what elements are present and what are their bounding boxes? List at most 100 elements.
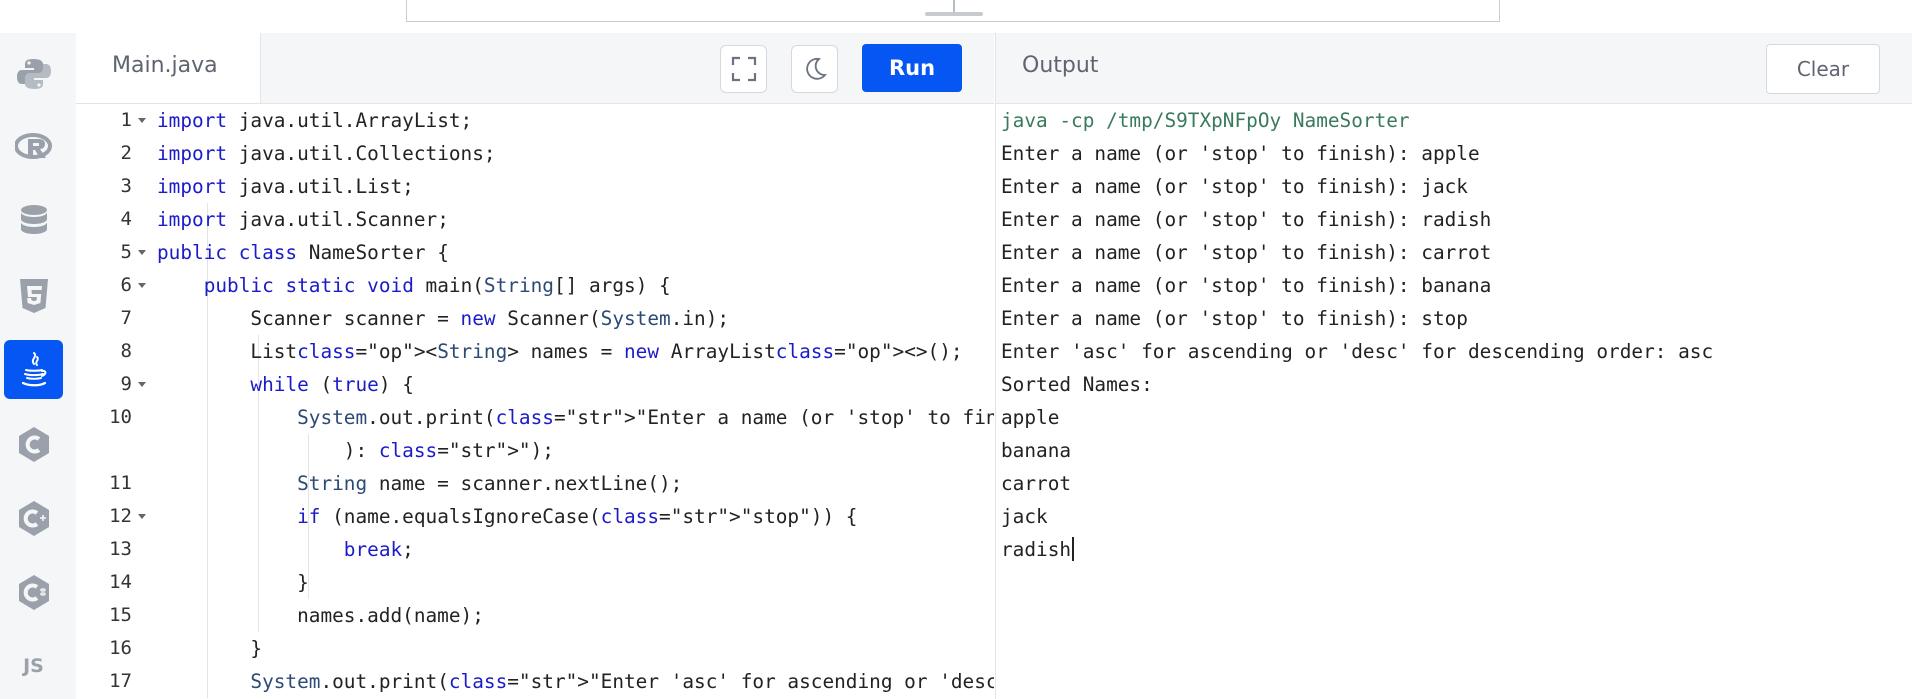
line-number: 6	[120, 274, 132, 296]
output-console[interactable]: java -cp /tmp/S9TXpNFpOy NameSorter Ente…	[995, 104, 1912, 699]
output-line: Enter a name (or 'stop' to finish): carr…	[1001, 241, 1492, 264]
top-banner	[0, 0, 1912, 34]
code-text: import java.util.Scanner;	[157, 208, 449, 231]
code-text: String name = scanner.nextLine();	[297, 472, 683, 495]
code-text: System.out.print(class="str">"Enter 'asc…	[250, 670, 994, 693]
code-line: 7 Scanner scanner = new Scanner(System.i…	[76, 302, 976, 335]
code-line: 1 import java.util.ArrayList;	[76, 104, 976, 137]
fold-arrow-icon[interactable]	[138, 250, 146, 255]
code-line: 14 }	[76, 566, 976, 599]
code-line: 8 Listclass="op"><String> names = new Ar…	[76, 335, 976, 368]
line-number: 3	[120, 175, 132, 197]
code-text: }	[157, 637, 263, 660]
line-number: 10	[109, 406, 132, 428]
text-caret	[1072, 537, 1075, 561]
fold-arrow-icon[interactable]	[138, 382, 146, 387]
code-text: import java.util.List;	[157, 175, 414, 198]
output-command: java -cp /tmp/S9TXpNFpOy NameSorter	[1001, 109, 1410, 132]
c-icon[interactable]	[4, 414, 63, 473]
line-number: 12	[109, 505, 132, 527]
file-tab-label: Main.java	[112, 53, 218, 78]
output-line: jack	[1001, 505, 1048, 528]
java-icon[interactable]	[4, 340, 63, 399]
output-header: Output Clear	[995, 33, 1912, 104]
code-text: names.add(name);	[157, 604, 484, 627]
js-icon[interactable]: JS	[4, 636, 63, 695]
output-line: Enter a name (or 'stop' to finish): bana…	[1001, 274, 1492, 297]
code-text: if (name.equalsIgnoreCase(class="str">"s…	[297, 505, 858, 528]
code-text: break;	[343, 538, 414, 561]
file-tab[interactable]: Main.java	[76, 33, 261, 103]
line-number: 9	[120, 373, 132, 395]
code-text: ): class="str">");	[157, 439, 554, 462]
language-sidebar: JS	[0, 33, 77, 699]
code-line: 10 System.out.print(class="str">"Enter a…	[76, 401, 994, 434]
line-number: 16	[109, 637, 132, 659]
fold-arrow-icon[interactable]	[138, 283, 146, 288]
code-line: 12 if (name.equalsIgnoreCase(class="str"…	[76, 500, 976, 533]
line-number: 13	[109, 538, 132, 560]
code-text: Scanner scanner = new Scanner(System.in)…	[157, 307, 730, 330]
code-line: 2 import java.util.Collections;	[76, 137, 976, 170]
line-number: 8	[120, 340, 132, 362]
code-text: while (true) {	[250, 373, 414, 396]
clear-button[interactable]: Clear	[1766, 44, 1880, 94]
output-title: Output	[1022, 53, 1099, 78]
line-number: 2	[120, 142, 132, 164]
output-line: Enter a name (or 'stop' to finish): stop	[1001, 307, 1468, 330]
code-line: 13 break;	[76, 533, 976, 566]
database-icon[interactable]	[4, 192, 63, 251]
code-line: 11 String name = scanner.nextLine();	[76, 467, 976, 500]
code-line: 4 import java.util.Scanner;	[76, 203, 976, 236]
csharp-icon[interactable]	[4, 562, 63, 621]
output-line-last: radish	[1001, 533, 1075, 566]
code-line: 3 import java.util.List;	[76, 170, 976, 203]
output-line: Enter a name (or 'stop' to finish): appl…	[1001, 142, 1480, 165]
line-number: 1	[120, 109, 132, 131]
python-icon[interactable]	[4, 44, 63, 103]
moon-icon	[805, 57, 827, 80]
output-line: Sorted Names:	[1001, 373, 1153, 396]
code-line: 16 }	[76, 632, 976, 665]
theme-toggle-button[interactable]	[791, 45, 838, 93]
output-line: Enter a name (or 'stop' to finish): radi…	[1001, 208, 1492, 231]
code-text: public class NameSorter {	[157, 241, 449, 264]
run-button[interactable]: Run	[862, 44, 962, 92]
code-line: 9 while (true) {	[76, 368, 976, 401]
fold-arrow-icon[interactable]	[138, 514, 146, 519]
line-number: 4	[120, 208, 132, 230]
line-number: 5	[120, 241, 132, 263]
line-number: 14	[109, 571, 132, 593]
cpp-icon[interactable]	[4, 488, 63, 547]
line-number: 15	[109, 604, 132, 626]
html5-icon[interactable]	[4, 266, 63, 325]
code-line-wrapped: ): class="str">");	[76, 434, 976, 467]
js-label: JS	[23, 654, 44, 677]
output-line: carrot	[1001, 472, 1072, 495]
code-line: 17 System.out.print(class="str">"Enter '…	[76, 665, 994, 698]
banner-base	[925, 12, 983, 16]
code-editor[interactable]: 1 import java.util.ArrayList; 2 import j…	[76, 104, 994, 699]
code-text: }	[157, 571, 309, 594]
code-line: 5 public class NameSorter {	[76, 236, 976, 269]
code-text: import java.util.Collections;	[157, 142, 496, 165]
output-line: Enter a name (or 'stop' to finish): jack	[1001, 175, 1468, 198]
code-text: public static void main(String[] args) {	[203, 274, 671, 297]
editor-header: Main.java Run	[76, 33, 994, 104]
code-text: import java.util.ArrayList;	[157, 109, 473, 132]
code-line: 6 public static void main(String[] args)…	[76, 269, 976, 302]
fullscreen-button[interactable]	[720, 45, 767, 93]
fold-arrow-icon[interactable]	[138, 118, 146, 123]
output-line: banana	[1001, 439, 1072, 462]
line-number: 7	[120, 307, 132, 329]
banner-frame	[406, 0, 1500, 22]
output-line: Enter 'asc' for ascending or 'desc' for …	[1001, 340, 1714, 363]
output-line: apple	[1001, 406, 1060, 429]
fullscreen-icon	[731, 56, 756, 82]
code-text: System.out.print(class="str">"Enter a na…	[297, 406, 994, 429]
r-icon[interactable]	[4, 118, 63, 177]
line-number: 11	[109, 472, 132, 494]
code-text: Listclass="op"><String> names = new Arra…	[157, 340, 963, 363]
line-number: 17	[109, 670, 132, 692]
code-line: 15 names.add(name);	[76, 599, 976, 632]
